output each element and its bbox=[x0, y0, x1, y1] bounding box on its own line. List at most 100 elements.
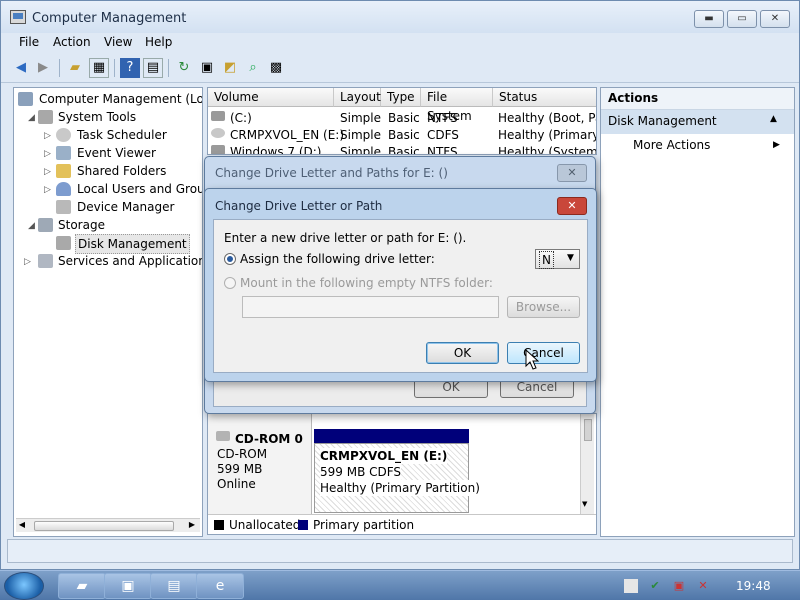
maximize-button[interactable]: ▭ bbox=[727, 10, 757, 28]
assign-letter-label[interactable]: Assign the following drive letter: bbox=[240, 251, 435, 267]
collapse-arrow-icon[interactable]: ▲ bbox=[770, 114, 777, 124]
tree-item-disk-management[interactable]: Disk Management bbox=[14, 234, 202, 254]
partition-box[interactable]: CRMPXVOL_EN (E:) 599 MB CDFS Healthy (Pr… bbox=[314, 443, 480, 513]
drive-letter-value: N bbox=[539, 251, 554, 269]
taskbar-clock[interactable]: 19:48 bbox=[736, 579, 771, 593]
mount-folder-radio[interactable] bbox=[224, 277, 236, 289]
up-folder-icon[interactable]: ▰ bbox=[65, 58, 85, 78]
tree-item-local-users[interactable]: ▷ Local Users and Groups bbox=[14, 180, 202, 199]
properties-icon[interactable]: ▤ bbox=[143, 58, 163, 78]
event-viewer-icon bbox=[56, 146, 71, 160]
menu-view[interactable]: View bbox=[104, 35, 132, 49]
cell-type: Basic bbox=[388, 145, 420, 155]
start-button[interactable] bbox=[4, 572, 44, 600]
menu-help[interactable]: Help bbox=[145, 35, 172, 49]
tree-horizontal-scrollbar[interactable]: ◀ ▶ bbox=[16, 518, 200, 532]
scroll-down-icon[interactable]: ▼ bbox=[582, 500, 587, 508]
minimize-button[interactable]: ▬ bbox=[694, 10, 724, 28]
tree-item-services[interactable]: ▷ Services and Applications bbox=[14, 252, 202, 271]
open-icon[interactable]: ◩ bbox=[220, 58, 240, 78]
collapse-arrow-icon[interactable]: ◢ bbox=[28, 217, 35, 235]
tree-item-label: Storage bbox=[58, 218, 105, 232]
taskbar-explorer-button[interactable]: ▰ bbox=[58, 573, 106, 599]
forward-icon[interactable]: ▶ bbox=[33, 58, 53, 78]
scroll-left-icon[interactable]: ◀ bbox=[16, 520, 28, 531]
column-header-volume[interactable]: Volume bbox=[208, 88, 334, 107]
column-header-file-system[interactable]: File System bbox=[421, 88, 493, 123]
tree-item-storage[interactable]: ◢ Storage bbox=[14, 216, 202, 235]
settings-icon[interactable]: ▩ bbox=[266, 58, 286, 78]
tree-item-label: Local Users and Groups bbox=[77, 182, 202, 196]
find-icon[interactable]: ⌕ bbox=[243, 58, 263, 78]
device-manager-icon bbox=[56, 200, 71, 214]
drive-icon bbox=[211, 145, 225, 154]
refresh-icon[interactable]: ↻ bbox=[174, 58, 194, 78]
cell-file-system: NTFS bbox=[427, 111, 458, 125]
tray-document-icon[interactable] bbox=[624, 579, 638, 593]
disk-vertical-scrollbar[interactable]: ▼ bbox=[580, 414, 594, 514]
tree-item-label: Disk Management bbox=[75, 234, 190, 254]
expand-arrow-icon[interactable]: ▷ bbox=[24, 253, 31, 271]
back-icon[interactable]: ◀ bbox=[11, 58, 31, 78]
tree-item-label: Device Manager bbox=[77, 200, 175, 214]
cell-status: Healthy (Boot, Pag bbox=[498, 111, 596, 125]
status-bar bbox=[7, 539, 793, 563]
shared-folder-icon bbox=[56, 164, 71, 178]
tree-item-root[interactable]: Computer Management (Local bbox=[14, 90, 202, 108]
mount-folder-label[interactable]: Mount in the following empty NTFS folder… bbox=[240, 275, 493, 291]
tray-action-center-icon[interactable]: ✔ bbox=[648, 579, 662, 593]
tree-item-system-tools[interactable]: ◢ System Tools bbox=[14, 108, 202, 127]
table-row[interactable]: (C:) Simple Basic NTFS Healthy (Boot, Pa… bbox=[208, 109, 596, 126]
actions-disk-management[interactable]: Disk Management ▲ bbox=[601, 110, 794, 134]
tree-item-shared-folders[interactable]: ▷ Shared Folders bbox=[14, 162, 202, 181]
tree-item-event-viewer[interactable]: ▷ Event Viewer bbox=[14, 144, 202, 163]
tray-network-icon[interactable]: ▣ bbox=[672, 579, 686, 593]
column-header-type[interactable]: Type bbox=[381, 88, 421, 107]
scroll-thumb[interactable] bbox=[584, 419, 592, 441]
column-header-layout[interactable]: Layout bbox=[334, 88, 381, 107]
export-icon[interactable]: ▣ bbox=[197, 58, 217, 78]
title-bar[interactable]: Computer Management ▬ ▭ ✕ bbox=[1, 1, 799, 33]
taskbar-computer-management-button[interactable]: ▣ bbox=[104, 573, 152, 599]
scroll-thumb[interactable] bbox=[34, 521, 174, 531]
mouse-cursor-icon bbox=[525, 349, 539, 370]
dialog-close-button[interactable]: ✕ bbox=[557, 197, 587, 215]
tray-volume-icon[interactable]: ✕ bbox=[696, 579, 710, 593]
assign-letter-radio[interactable] bbox=[224, 253, 236, 265]
cell-type: Basic bbox=[388, 128, 420, 142]
drive-letter-select[interactable]: N ▼ bbox=[535, 249, 580, 269]
dropdown-arrow-icon[interactable]: ▼ bbox=[567, 253, 574, 263]
menu-action[interactable]: Action bbox=[53, 35, 91, 49]
mount-path-input[interactable] bbox=[242, 296, 499, 318]
more-actions-label: More Actions bbox=[633, 138, 711, 152]
expand-arrow-icon[interactable]: ▷ bbox=[44, 145, 51, 163]
expand-arrow-icon[interactable]: ▷ bbox=[44, 163, 51, 181]
help-icon[interactable]: ? bbox=[120, 58, 140, 78]
toolbar-separator bbox=[168, 59, 169, 77]
disk-management-icon bbox=[56, 236, 71, 250]
scroll-right-icon[interactable]: ▶ bbox=[186, 520, 198, 531]
cancel-button[interactable]: Cancel bbox=[507, 342, 580, 364]
disk-info-box[interactable]: CD-ROM 0 CD-ROM 599 MB Online bbox=[208, 414, 312, 514]
collapse-arrow-icon[interactable]: ◢ bbox=[28, 109, 35, 127]
tree-item-label: Event Viewer bbox=[77, 146, 156, 160]
dialog-close-button[interactable]: ✕ bbox=[557, 164, 587, 182]
expand-arrow-icon[interactable]: ▷ bbox=[44, 181, 51, 199]
expand-arrow-icon[interactable]: ▷ bbox=[44, 127, 51, 145]
show-hide-tree-icon[interactable]: ▦ bbox=[89, 58, 109, 78]
dialog-title: Change Drive Letter or Path bbox=[215, 199, 383, 213]
column-header-status[interactable]: Status bbox=[493, 88, 596, 107]
close-button[interactable]: ✕ bbox=[760, 10, 790, 28]
taskbar-internet-explorer-button[interactable]: e bbox=[196, 573, 244, 599]
ok-button[interactable]: OK bbox=[426, 342, 499, 364]
browse-button[interactable]: Browse... bbox=[507, 296, 580, 318]
partition-color-bar bbox=[314, 429, 469, 443]
table-row[interactable]: CRMPXVOL_EN (E:) Simple Basic CDFS Healt… bbox=[208, 126, 596, 143]
menu-file[interactable]: File bbox=[19, 35, 39, 49]
table-row[interactable]: Windows 7 (D:) Simple Basic NTFS Healthy… bbox=[208, 143, 596, 155]
tree-item-device-manager[interactable]: Device Manager bbox=[14, 198, 202, 216]
tree-item-task-scheduler[interactable]: ▷ Task Scheduler bbox=[14, 126, 202, 145]
legend-unallocated: Unallocated bbox=[229, 518, 301, 532]
taskbar-remote-button[interactable]: ▤ bbox=[150, 573, 198, 599]
more-actions-item[interactable]: More Actions bbox=[633, 138, 710, 152]
